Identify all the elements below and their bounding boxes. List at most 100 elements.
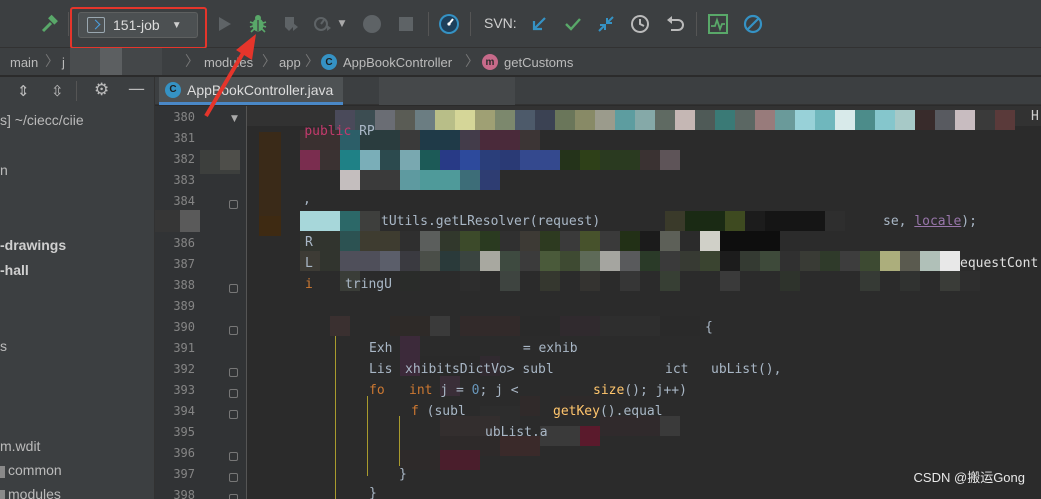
profiler-icon xyxy=(313,17,331,31)
code-line-387: L xyxy=(305,256,313,271)
monitor-chart-icon[interactable] xyxy=(706,12,730,36)
breadcrumb-item-method[interactable]: m getCustoms xyxy=(482,52,573,72)
line-number: 395 xyxy=(173,425,195,439)
code-line-391-b: = exhib xyxy=(515,341,578,356)
line-number: 387 xyxy=(173,257,195,271)
breadcrumb-method-label: getCustoms xyxy=(504,54,574,70)
chevron-down-icon: ▼ xyxy=(171,19,182,31)
class-icon: C xyxy=(165,81,181,98)
svn-compare-button[interactable] xyxy=(595,12,617,36)
indent-guide xyxy=(399,416,400,466)
code-line-394: f (subl xyxy=(411,404,466,419)
arrow-down-left-icon xyxy=(532,17,546,31)
line-number: 398 xyxy=(173,488,195,499)
fold-marker-icon[interactable] xyxy=(229,494,238,499)
code-line-380: public RP xyxy=(304,124,383,139)
project-root[interactable]: s] ~/ciecc/ciie xyxy=(0,112,84,128)
run-config-icon xyxy=(87,17,105,33)
fold-marker-icon[interactable] xyxy=(229,326,238,335)
code-line-383: , xyxy=(303,192,311,207)
breadcrumb-separator: 〉 xyxy=(45,53,59,69)
performance-gauge-icon[interactable] xyxy=(436,12,462,36)
code-line-395: ubList.a xyxy=(485,425,548,440)
line-number: 392 xyxy=(173,362,195,376)
line-number: 381 xyxy=(173,131,195,145)
project-item[interactable]: -drawings xyxy=(0,237,66,253)
svn-update-button[interactable] xyxy=(528,12,550,36)
breadcrumb: main 〉 j 〉 modules 〉 app 〉 C AppBookCont… xyxy=(0,48,1041,76)
fold-marker-icon[interactable] xyxy=(229,368,238,377)
code-line-392: Lis xyxy=(369,362,393,377)
coverage-button[interactable] xyxy=(279,12,303,36)
undo-icon xyxy=(667,16,684,31)
svn-revert-button[interactable] xyxy=(664,12,686,36)
project-item[interactable]: -hall xyxy=(0,262,29,278)
code-line-384: tUtils.getLResolver(request) xyxy=(381,214,601,229)
line-number: 380 xyxy=(173,110,195,124)
chevron-down-icon[interactable]: ▼ xyxy=(339,19,346,29)
disable-icon[interactable] xyxy=(741,12,765,36)
class-icon: C xyxy=(321,54,337,70)
code-line-393-b: int j = 0; j < xyxy=(409,383,519,398)
stop-button[interactable] xyxy=(394,12,418,36)
run-config-label: 151-job xyxy=(113,17,160,33)
line-number: 384 xyxy=(173,194,195,208)
main-toolbar: 151-job ▼ ▼ SVN: xyxy=(0,0,1041,49)
check-icon xyxy=(565,18,581,31)
minimize-icon[interactable]: — xyxy=(128,79,145,99)
breadcrumb-separator: 〉 xyxy=(465,53,479,69)
project-item[interactable]: common xyxy=(8,462,62,478)
code-line-392-c: ict xyxy=(665,362,689,377)
breadcrumb-item-j[interactable]: j xyxy=(62,52,65,72)
svn-commit-button[interactable] xyxy=(562,12,584,36)
gear-icon[interactable]: ⚙ xyxy=(94,80,109,100)
breadcrumb-separator: 〉 xyxy=(305,53,319,69)
profile-button[interactable]: ▼ xyxy=(309,12,349,36)
code-line-392-d: ubList(), xyxy=(711,362,782,377)
breadcrumb-class-label: AppBookController xyxy=(343,54,453,70)
project-item[interactable]: m.wdit xyxy=(0,438,40,454)
expand-all-icon[interactable]: ⇕ xyxy=(17,82,30,100)
build-hammer-icon[interactable] xyxy=(38,12,62,36)
project-item[interactable]: n xyxy=(0,162,8,178)
folder-icon xyxy=(0,466,5,478)
editor-tabs: C AppBookController.java xyxy=(155,77,1041,105)
redacted-block xyxy=(379,77,515,105)
collapse-all-icon[interactable]: ⇳ xyxy=(51,82,64,100)
code-line-384-right: se, locale); xyxy=(883,214,977,229)
project-item[interactable]: modules xyxy=(8,486,61,499)
breadcrumb-separator: 〉 xyxy=(185,53,199,69)
line-number: 386 xyxy=(173,236,195,250)
code-line-388: i xyxy=(305,277,313,292)
fold-marker-icon[interactable] xyxy=(229,452,238,461)
line-number: 393 xyxy=(173,383,195,397)
breadcrumb-item-class[interactable]: C AppBookController xyxy=(321,52,452,72)
breadcrumb-item-app[interactable]: app xyxy=(279,52,301,72)
code-line-392-b: xhibitsDictVo> subl xyxy=(405,362,554,377)
code-editor[interactable]: 380 381 382 383 384 386 387 388 389 390 … xyxy=(155,106,1041,499)
method-icon: m xyxy=(482,54,498,70)
code-line-390: { xyxy=(705,320,713,335)
watermark: CSDN @搬运Gong xyxy=(913,470,1025,485)
fold-marker-icon[interactable] xyxy=(229,410,238,419)
redacted-block xyxy=(70,48,100,75)
run-configuration-select[interactable]: 151-job ▼ xyxy=(78,12,198,38)
fold-marker-icon[interactable] xyxy=(229,473,238,482)
code-line-387-right: equestCont xyxy=(960,256,1039,271)
code-line-388-b: tringU xyxy=(345,277,392,292)
shield-icon xyxy=(285,17,298,31)
fold-marker-icon[interactable] xyxy=(229,284,238,293)
folder-icon xyxy=(0,490,5,499)
fold-marker-icon[interactable] xyxy=(229,389,238,398)
record-button[interactable] xyxy=(360,12,384,36)
code-line-397: } xyxy=(399,467,407,482)
fold-marker-icon[interactable] xyxy=(229,200,238,209)
project-item[interactable]: s xyxy=(0,338,7,354)
redacted-block xyxy=(122,48,162,75)
line-number: 388 xyxy=(173,278,195,292)
indent-guide xyxy=(335,336,336,499)
line-number: 396 xyxy=(173,446,195,460)
breadcrumb-item-main[interactable]: main xyxy=(10,52,38,72)
line-number: 390 xyxy=(173,320,195,334)
svn-history-button[interactable] xyxy=(629,12,651,36)
